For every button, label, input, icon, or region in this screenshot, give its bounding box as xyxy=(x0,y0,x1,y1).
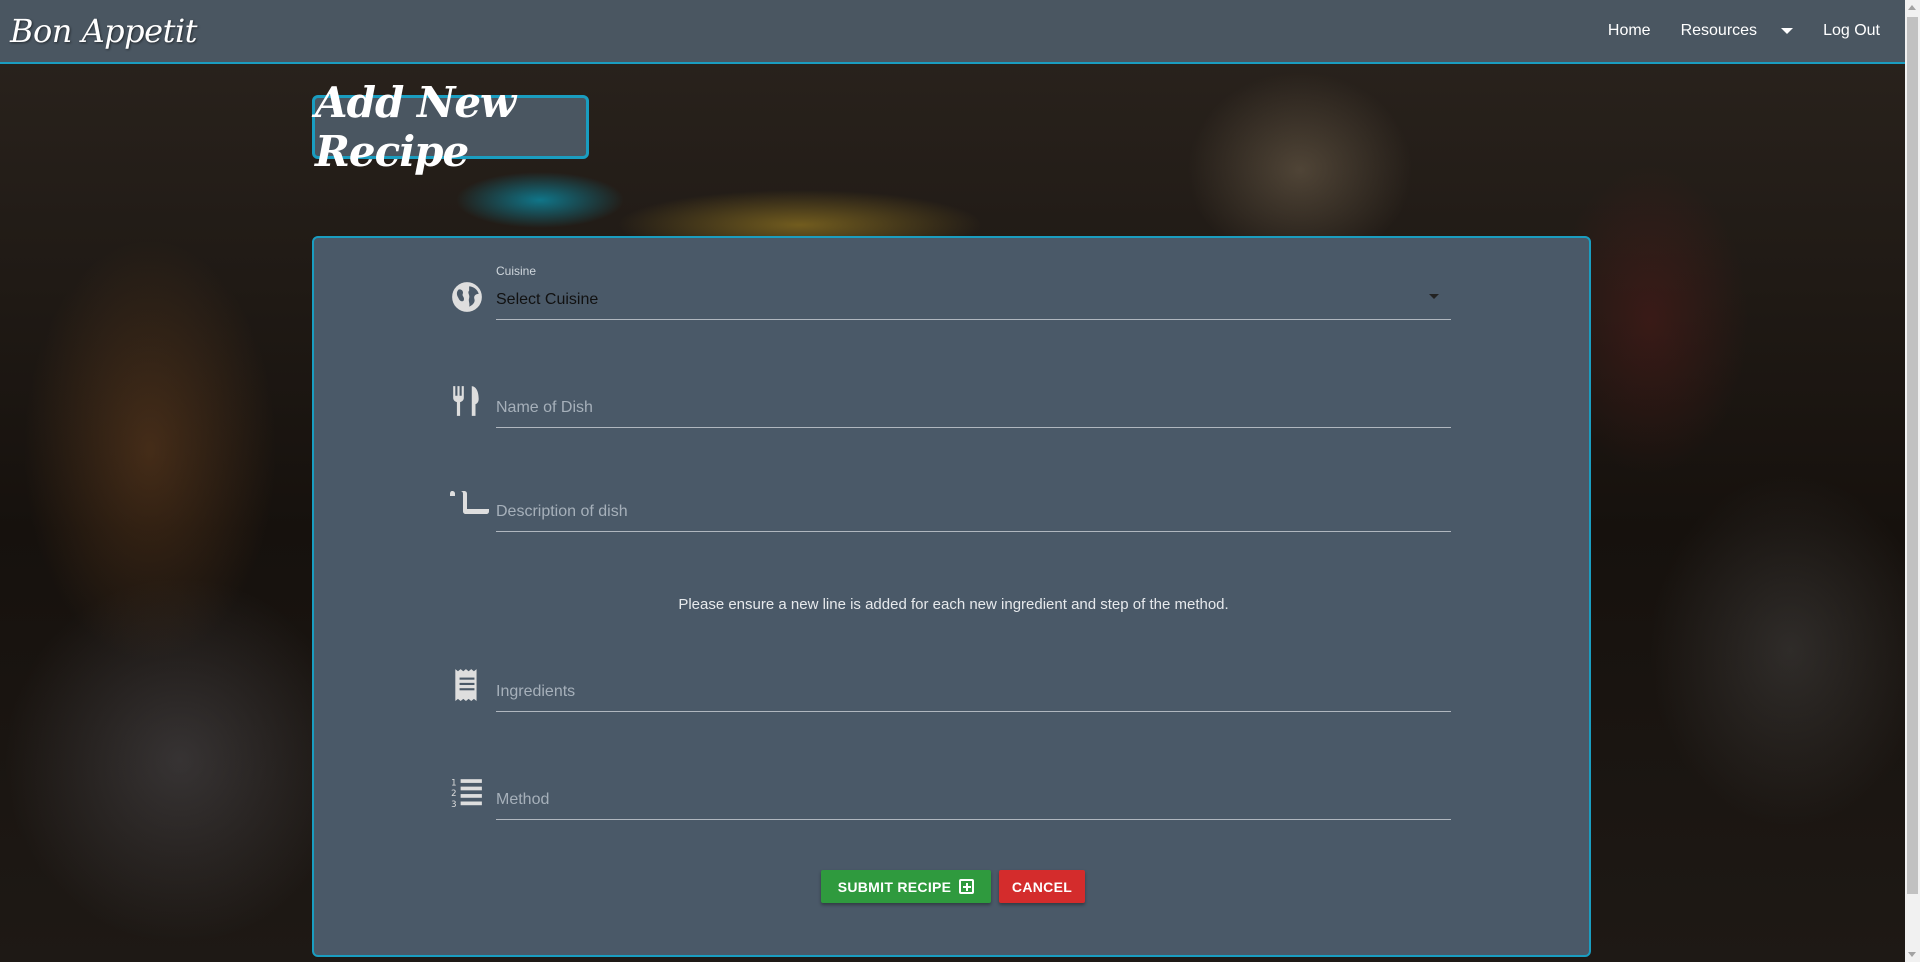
submit-recipe-button[interactable]: SUBMIT RECIPE xyxy=(821,870,991,903)
ingredients-placeholder: Ingredients xyxy=(496,683,576,700)
dropdown-arrow-icon xyxy=(1429,294,1439,299)
numbered-list-icon: 1 2 3 xyxy=(451,779,482,810)
scroll-icon xyxy=(450,491,489,514)
caret-down-icon xyxy=(1781,28,1794,34)
dish-name-placeholder: Name of Dish xyxy=(496,399,593,416)
scrollbar[interactable] xyxy=(1905,0,1920,962)
description-placeholder: Description of dish xyxy=(496,503,628,520)
cuisine-select[interactable]: Select Cuisine xyxy=(496,282,1451,320)
svg-text:2: 2 xyxy=(451,789,456,799)
nav-link-home[interactable]: Home xyxy=(1593,22,1666,40)
method-placeholder: Method xyxy=(496,791,550,808)
cuisine-label: Cuisine xyxy=(496,264,537,278)
cancel-button[interactable]: CANCEL xyxy=(999,870,1085,903)
description-field: Description of dish xyxy=(450,488,1452,532)
method-field: 1 2 3 Method xyxy=(450,776,1452,820)
method-textarea[interactable]: Method xyxy=(496,782,1451,820)
scrollbar-thumb[interactable] xyxy=(1907,17,1918,894)
nav-link-resources[interactable]: Resources xyxy=(1666,22,1808,40)
dish-name-field: Name of Dish xyxy=(450,384,1452,428)
globe-icon xyxy=(452,282,482,312)
ingredients-textarea[interactable]: Ingredients xyxy=(496,674,1451,712)
utensils-icon xyxy=(453,386,479,416)
scroll-up-arrow-icon[interactable] xyxy=(1908,5,1916,10)
page-title: Add New Recipe xyxy=(312,78,589,176)
dish-name-input[interactable]: Name of Dish xyxy=(496,390,1451,428)
svg-text:3: 3 xyxy=(451,800,456,810)
ingredients-method-note: Please ensure a new line is added for ea… xyxy=(678,596,1229,613)
nav-links: Home Resources Log Out xyxy=(1593,22,1895,40)
description-input[interactable]: Description of dish xyxy=(496,494,1451,532)
submit-recipe-label: SUBMIT RECIPE xyxy=(837,878,952,895)
receipt-icon xyxy=(455,669,477,701)
brand-logo[interactable]: Bon Appetit xyxy=(10,12,198,50)
cuisine-field: Cuisine Select Cuisine xyxy=(450,264,1452,324)
svg-text:1: 1 xyxy=(451,779,456,789)
plus-square-icon xyxy=(959,879,975,894)
nav-link-resources-label: Resources xyxy=(1680,22,1758,39)
nav-link-logout[interactable]: Log Out xyxy=(1808,22,1895,40)
add-recipe-form: Cuisine Select Cuisine Name of Dish Desc… xyxy=(312,236,1591,957)
scroll-down-arrow-icon[interactable] xyxy=(1908,952,1916,957)
navbar: Bon Appetit Home Resources Log Out xyxy=(0,0,1905,64)
ingredients-field: Ingredients xyxy=(450,668,1452,712)
cuisine-select-value: Select Cuisine xyxy=(496,291,599,308)
